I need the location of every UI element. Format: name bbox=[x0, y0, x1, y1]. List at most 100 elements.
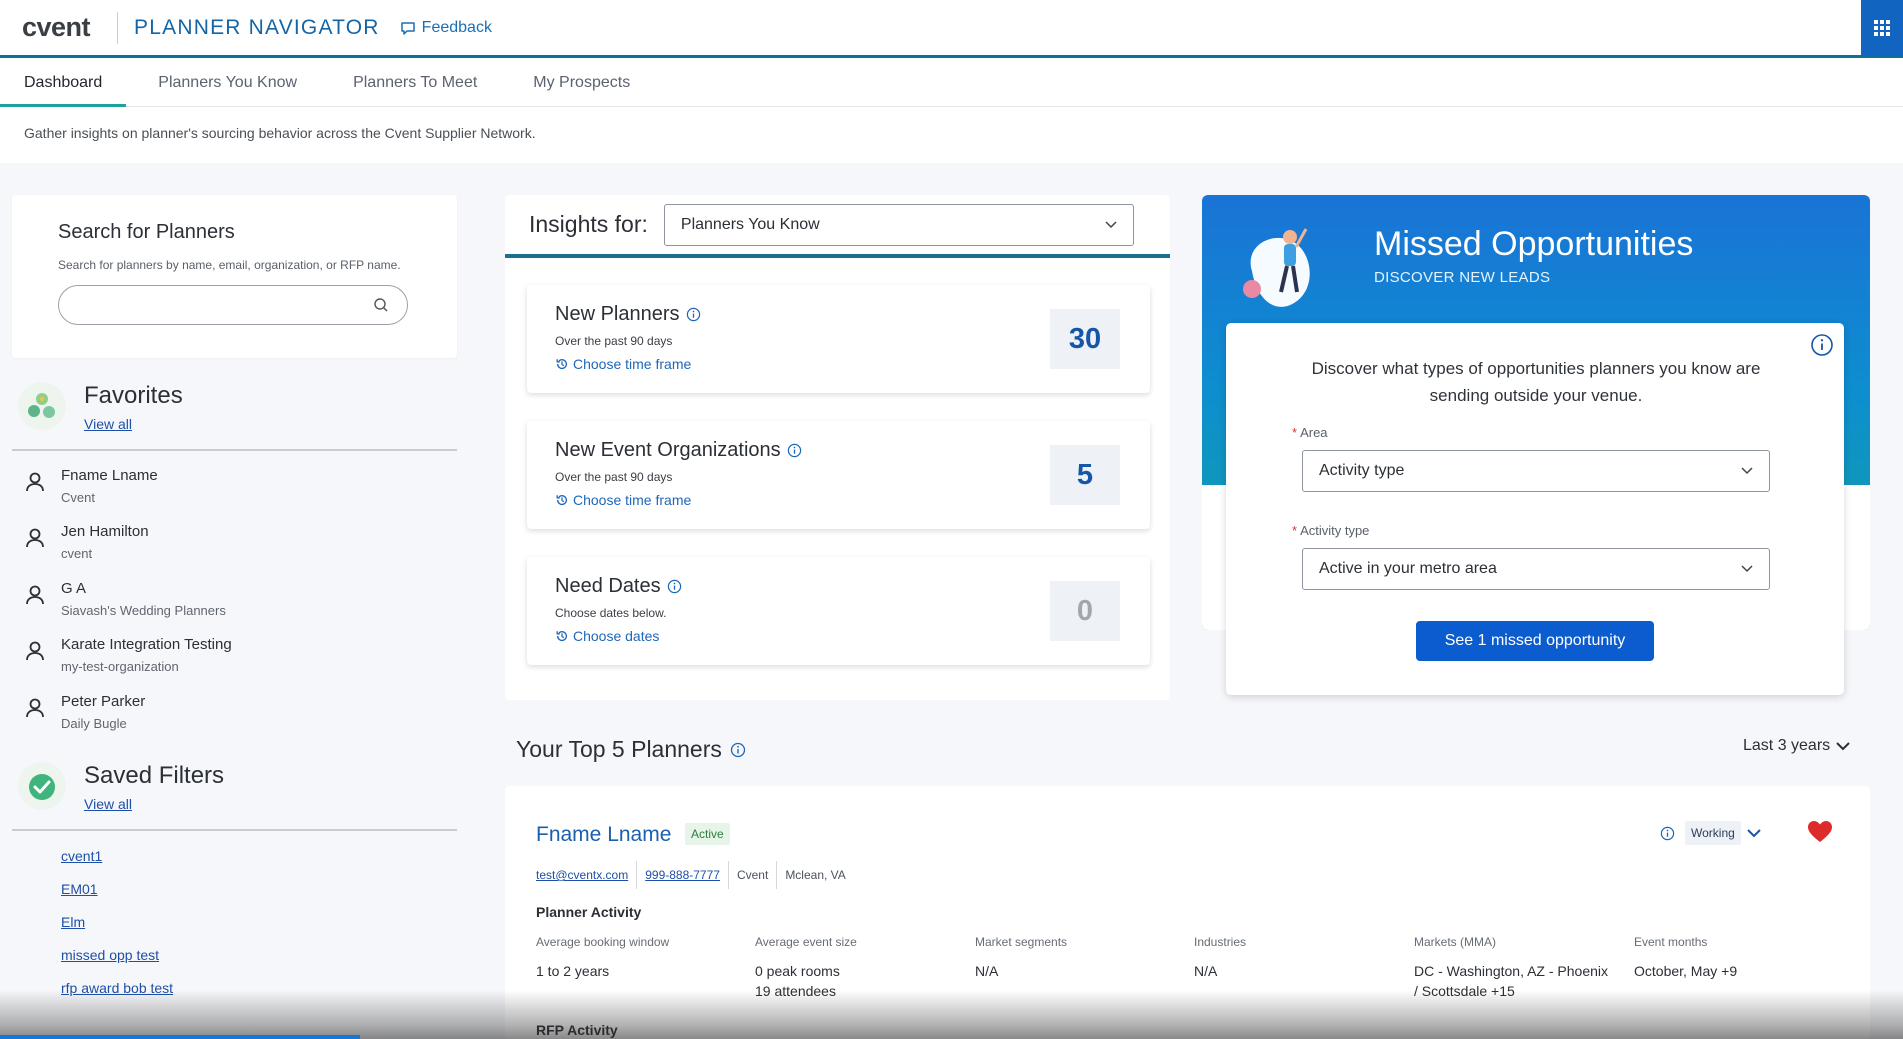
required-marker: * bbox=[1292, 523, 1298, 538]
activity-column-value: 0 peak rooms 19 attendees bbox=[755, 961, 965, 1001]
history-icon bbox=[556, 359, 568, 370]
metric-link-label: Choose time frame bbox=[573, 356, 692, 372]
choose-dates-link[interactable]: Choose dates bbox=[555, 628, 1122, 644]
favorite-item[interactable]: Peter Parker Daily Bugle bbox=[24, 693, 145, 731]
saved-filter-link[interactable]: Elm bbox=[61, 914, 85, 930]
activity-column: Average event size 0 peak rooms 19 attende… bbox=[755, 935, 965, 1001]
favorite-org: Daily Bugle bbox=[61, 716, 127, 731]
missed-title: Missed Opportunities bbox=[1374, 225, 1694, 263]
activity-value-line: N/A bbox=[975, 963, 999, 979]
person-icon bbox=[26, 641, 44, 661]
activity-column-value: October, May +9 bbox=[1634, 961, 1844, 981]
area-label-text: Area bbox=[1300, 425, 1328, 440]
area-label: * Area bbox=[1292, 425, 1328, 440]
favorites-view-all-link[interactable]: View all bbox=[84, 416, 132, 432]
activity-column-value: DC - Washington, AZ - Phoenix / Scottsdal… bbox=[1414, 961, 1624, 1001]
favorites-divider bbox=[12, 449, 457, 451]
search-input[interactable] bbox=[75, 286, 375, 324]
planner-org: Cvent bbox=[736, 868, 769, 882]
planner-name-link[interactable]: Fname Lname bbox=[536, 823, 671, 847]
top-bar: cvent PLANNER NAVIGATOR Feedback bbox=[0, 0, 1903, 58]
activity-type-label: * Activity type bbox=[1292, 523, 1369, 538]
logo-divider bbox=[117, 11, 119, 44]
metric-card-need-dates: Need Dates Choose dates below. Choose da… bbox=[527, 557, 1150, 665]
planner-phone-link[interactable]: 999-888-7777 bbox=[645, 868, 720, 882]
chat-bubble-icon bbox=[400, 21, 415, 35]
tab-dashboard[interactable]: Dashboard bbox=[0, 58, 127, 108]
search-icon[interactable] bbox=[373, 297, 389, 313]
tab-my-prospects[interactable]: My Prospects bbox=[509, 58, 654, 107]
saved-filters-view-all-link[interactable]: View all bbox=[84, 796, 132, 812]
favorite-item[interactable]: Jen Hamilton cvent bbox=[24, 523, 149, 561]
activity-column-value: N/A bbox=[1194, 961, 1404, 981]
history-icon bbox=[556, 495, 568, 506]
search-box bbox=[58, 285, 408, 325]
tab-planners-you-know[interactable]: Planners You Know bbox=[134, 58, 321, 107]
info-icon[interactable] bbox=[1810, 333, 1834, 357]
cvent-logo[interactable]: cvent bbox=[22, 12, 91, 43]
metric-subtitle: Over the past 90 days bbox=[555, 470, 673, 484]
favorite-item[interactable]: G A Siavash's Wedding Planners bbox=[24, 580, 226, 618]
choose-time-frame-link[interactable]: Choose time frame bbox=[555, 492, 1122, 508]
person-icon bbox=[26, 585, 44, 605]
metric-value: 0 bbox=[1050, 581, 1120, 641]
search-card: Search for Planners Search for planners … bbox=[12, 195, 457, 358]
person-icon bbox=[26, 528, 44, 548]
search-description: Search for planners by name, email, orga… bbox=[58, 258, 401, 272]
heart-icon[interactable] bbox=[1807, 820, 1833, 844]
activity-type-select-value: Active in your metro area bbox=[1319, 560, 1497, 577]
metric-subtitle: Over the past 90 days bbox=[555, 334, 673, 348]
activity-column: Markets (MMA) DC - Washington, AZ - Phoen… bbox=[1414, 935, 1624, 1001]
saved-filter-link[interactable]: missed opp test bbox=[61, 947, 159, 963]
area-select[interactable]: Activity type bbox=[1302, 450, 1770, 492]
feedback-link[interactable]: Feedback bbox=[400, 19, 492, 37]
insights-label: Insights for: bbox=[529, 211, 648, 237]
favorite-item[interactable]: Karate Integration Testing my-test-organi… bbox=[24, 636, 232, 674]
activity-column: Event months October, May +9 bbox=[1634, 935, 1844, 981]
intro-text: Gather insights on planner's sourcing be… bbox=[0, 107, 1903, 163]
see-missed-opportunity-button[interactable]: See 1 missed opportunity bbox=[1416, 621, 1654, 661]
metric-value: 30 bbox=[1050, 309, 1120, 369]
choose-time-frame-link[interactable]: Choose time frame bbox=[555, 356, 1122, 372]
info-icon[interactable] bbox=[730, 742, 746, 758]
chevron-down-icon bbox=[1741, 467, 1753, 475]
chevron-down-icon[interactable] bbox=[1747, 828, 1761, 838]
saved-filters-header: Saved Filters View all bbox=[18, 762, 224, 814]
saved-filter-link[interactable]: rfp award bob test bbox=[61, 980, 173, 996]
info-icon[interactable] bbox=[1660, 826, 1675, 841]
grid-icon bbox=[1874, 19, 1890, 36]
favorite-name: Peter Parker bbox=[61, 693, 146, 710]
rfp-activity-heading: RFP Activity bbox=[536, 1022, 618, 1038]
favorite-name: Fname Lname bbox=[61, 467, 158, 484]
planner-email-link[interactable]: test@cventx.com bbox=[536, 868, 628, 882]
favorite-org: Cvent bbox=[61, 490, 95, 505]
time-range-dropdown[interactable]: Last 3 years bbox=[1743, 737, 1850, 755]
favorite-org: Siavash's Wedding Planners bbox=[61, 603, 226, 618]
info-icon[interactable] bbox=[686, 307, 701, 322]
info-icon[interactable] bbox=[787, 443, 802, 458]
saved-filters-divider bbox=[12, 829, 457, 831]
metric-card-new-planners: New Planners Over the past 90 days Choos… bbox=[527, 285, 1150, 393]
history-icon bbox=[556, 631, 568, 642]
feedback-label: Feedback bbox=[421, 18, 492, 36]
activity-type-select[interactable]: Active in your metro area bbox=[1302, 548, 1770, 590]
top-planners-title-text: Your Top 5 Planners bbox=[516, 736, 722, 762]
metric-card-new-event-organizations: New Event Organizations Over the past 90… bbox=[527, 421, 1150, 529]
favorites-title: Favorites bbox=[84, 382, 183, 409]
planner-activity-heading: Planner Activity bbox=[536, 904, 642, 920]
favorite-item[interactable]: Fname Lname Cvent bbox=[24, 467, 158, 505]
insights-select[interactable]: Planners You Know bbox=[663, 203, 1134, 246]
saved-filter-link[interactable]: EM01 bbox=[61, 881, 98, 897]
activity-value-line: 1 to 2 years bbox=[536, 963, 610, 979]
video-progress-bar[interactable] bbox=[0, 1035, 360, 1039]
missed-message: Discover what types of opportunities pla… bbox=[1311, 359, 1761, 405]
saved-filter-link[interactable]: cvent1 bbox=[61, 848, 102, 864]
activity-value-line: / Scottsdale +15 bbox=[1414, 983, 1515, 999]
info-icon[interactable] bbox=[667, 579, 682, 594]
tab-planners-to-meet[interactable]: Planners To Meet bbox=[329, 58, 501, 107]
app-switcher-button[interactable] bbox=[1861, 0, 1903, 55]
favorite-name: Karate Integration Testing bbox=[61, 636, 232, 653]
metric-value: 5 bbox=[1050, 445, 1120, 505]
activity-column: Market segments N/A bbox=[975, 935, 1185, 981]
saved-filters-badge-icon bbox=[18, 762, 66, 810]
